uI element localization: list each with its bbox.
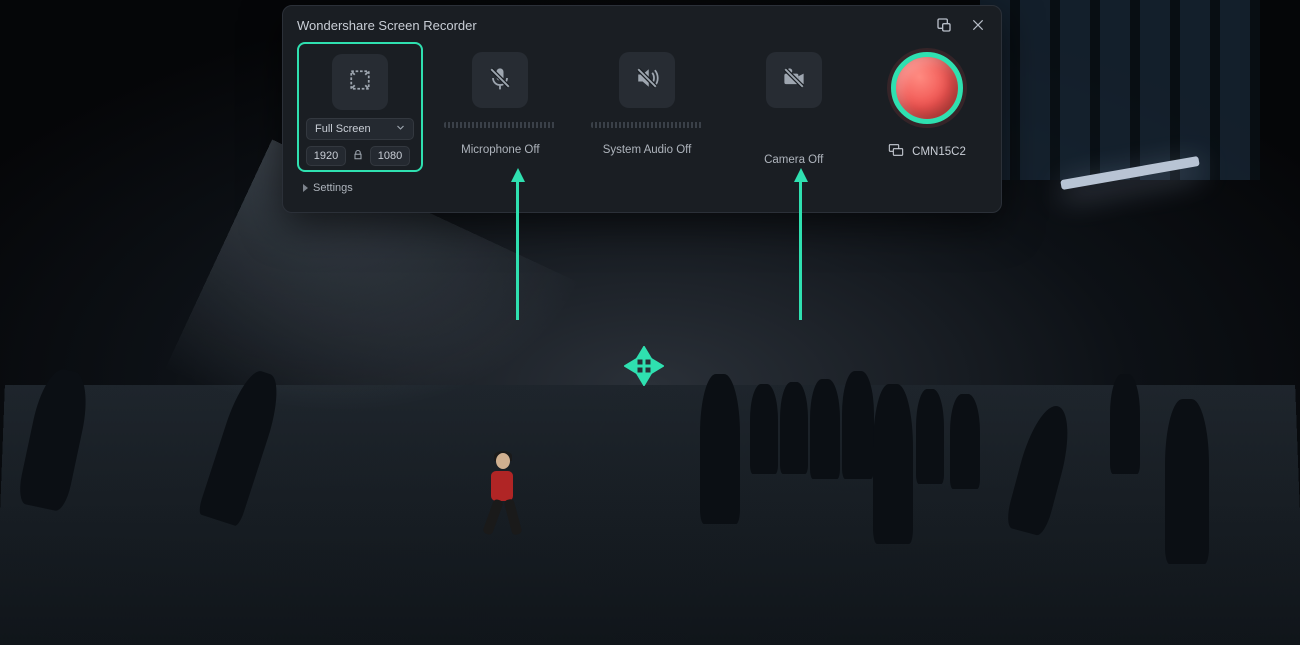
settings-toggle[interactable]: Settings [283, 172, 1001, 194]
system-audio-toggle[interactable] [619, 52, 675, 108]
audio-level-meter [591, 122, 703, 128]
screen-area-tile: Full Screen [297, 42, 423, 172]
player-character [483, 441, 523, 536]
camera-tile: Camera Off [720, 42, 867, 172]
system-audio-tile: System Audio Off [574, 42, 721, 172]
popout-button[interactable] [935, 16, 953, 34]
screen-area-button[interactable] [332, 54, 388, 110]
recorder-panel: Wondershare Screen Recorder Full Screen [282, 5, 1002, 213]
settings-label: Settings [313, 182, 353, 194]
speaker-off-icon [633, 64, 661, 97]
record-tile: CMN15C2 [867, 42, 987, 172]
chevron-right-icon [303, 184, 308, 192]
microphone-toggle[interactable] [472, 52, 528, 108]
display-icon [888, 142, 904, 161]
annotation-arrow [516, 180, 519, 320]
chevron-down-icon [396, 123, 405, 135]
title-bar: Wondershare Screen Recorder [283, 6, 1001, 42]
record-button[interactable] [891, 52, 963, 124]
microphone-label: Microphone Off [461, 144, 539, 156]
height-input[interactable] [370, 146, 410, 166]
aspect-lock-button[interactable] [352, 149, 364, 164]
screen-mode-label: Full Screen [315, 123, 371, 135]
close-button[interactable] [969, 16, 987, 34]
width-input[interactable] [306, 146, 346, 166]
mic-level-meter [444, 122, 556, 128]
fullscreen-select-icon [346, 66, 374, 99]
app-title: Wondershare Screen Recorder [297, 18, 477, 33]
microphone-off-icon [486, 64, 514, 97]
camera-toggle[interactable] [766, 52, 822, 108]
microphone-tile: Microphone Off [427, 42, 574, 172]
annotation-arrow [799, 180, 802, 320]
camera-label: Camera Off [764, 154, 823, 166]
display-name[interactable]: CMN15C2 [912, 146, 966, 158]
camera-off-icon [780, 64, 808, 97]
system-audio-label: System Audio Off [603, 144, 692, 156]
screen-mode-select[interactable]: Full Screen [306, 118, 414, 140]
